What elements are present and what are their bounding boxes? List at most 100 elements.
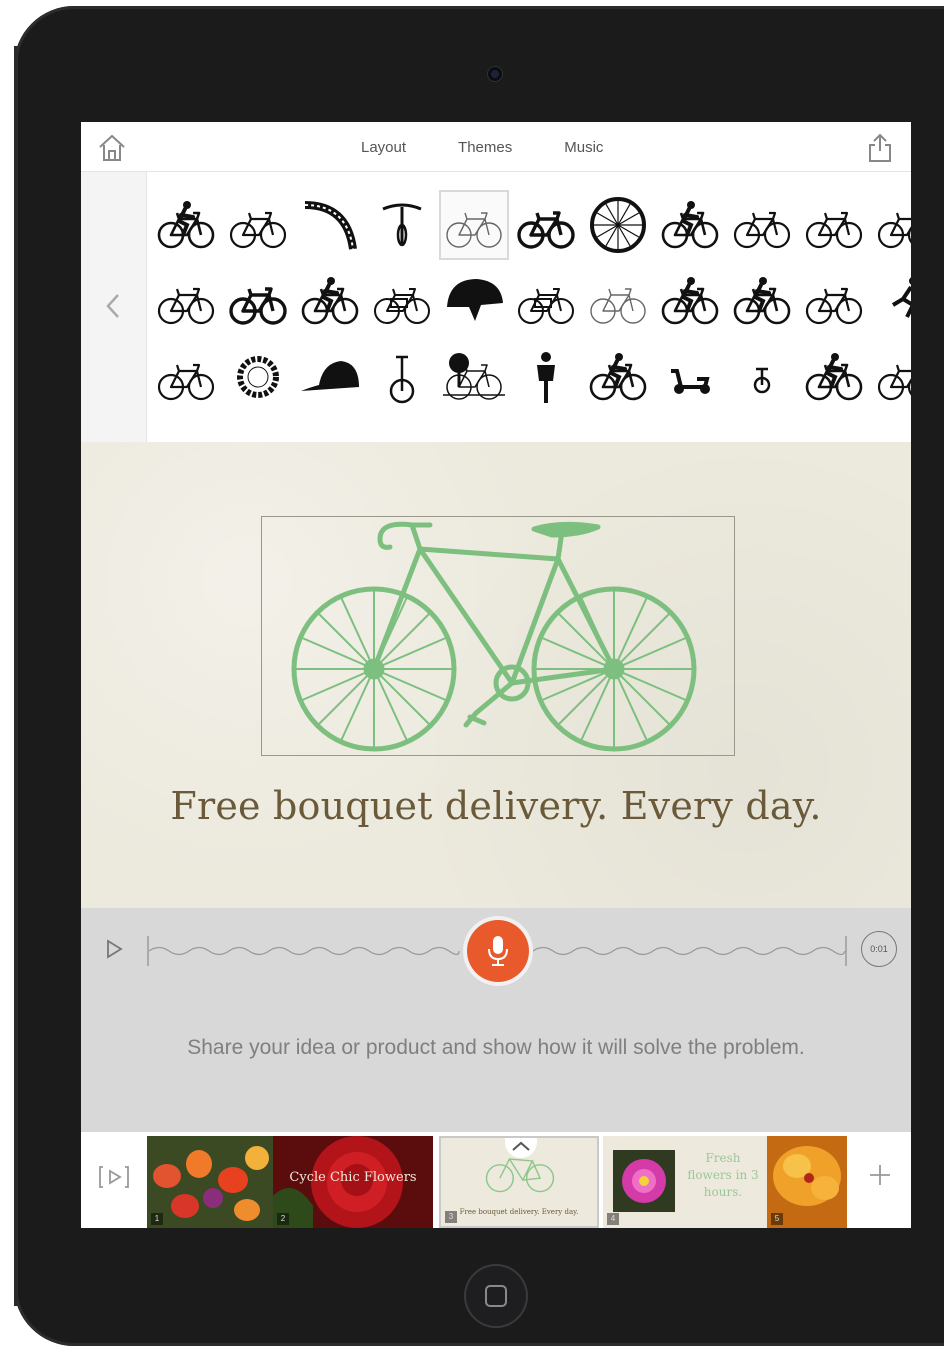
icon-option[interactable] (799, 342, 869, 412)
add-slide-button[interactable] (865, 1160, 895, 1190)
unicycle-small-icon (753, 367, 771, 394)
icon-option[interactable] (439, 266, 509, 336)
bicycle-outline-icon (446, 212, 502, 248)
play-icon (107, 939, 123, 959)
thumbnail-number: 4 (607, 1213, 619, 1225)
icon-option[interactable] (223, 266, 293, 336)
bicycle-light-icon (590, 288, 646, 324)
icon-option[interactable] (799, 266, 869, 336)
chevron-left-icon (106, 294, 119, 318)
bicycle-icon (805, 287, 863, 325)
share-button[interactable] (863, 132, 897, 164)
home-button[interactable] (95, 132, 129, 164)
icon-option[interactable] (367, 342, 437, 412)
thumbnail-number: 2 (277, 1213, 289, 1225)
icon-option[interactable] (583, 342, 653, 412)
app-screen: Layout Themes Music Free bouquet deliver… (81, 122, 911, 1228)
icon-option[interactable] (511, 190, 581, 260)
icon-option[interactable] (295, 266, 365, 336)
icon-option[interactable] (223, 342, 293, 412)
slide-canvas: Free bouquet delivery. Every day. (81, 442, 911, 908)
spoked-wheel-icon (590, 197, 646, 253)
cyclist-icon (301, 277, 359, 325)
voice-recorder: 0:01 Share your idea or product and show… (81, 908, 911, 1132)
tab-bar: Layout Themes Music (361, 122, 603, 172)
icon-row (151, 342, 911, 412)
icon-option[interactable] (727, 190, 797, 260)
rider-front-icon (537, 352, 555, 403)
device-home-button[interactable] (464, 1264, 528, 1328)
scooter-icon (671, 369, 710, 394)
icon-option[interactable] (511, 266, 581, 336)
icon-option[interactable] (727, 342, 797, 412)
slide-filmstrip: 1 Cycle Chic Flowers 2 Free bouquet deli… (81, 1132, 911, 1228)
cargo-bike-icon (518, 288, 574, 324)
icon-option[interactable] (151, 342, 221, 412)
icon-option[interactable] (439, 190, 509, 260)
bmx-rider-icon (589, 353, 647, 401)
icon-option[interactable] (871, 190, 911, 260)
icon-option[interactable] (871, 266, 911, 336)
icon-option[interactable] (367, 190, 437, 260)
icon-option[interactable] (583, 190, 653, 260)
icon-row (151, 266, 911, 336)
tandem-child-bike-icon (157, 201, 215, 249)
bicycle-illustration (291, 521, 697, 752)
thumbnail-caption: Free bouquet delivery. Every day. (459, 1208, 579, 1216)
bicycle-icon (157, 363, 215, 401)
icon-option[interactable] (655, 266, 725, 336)
slide-thumbnail[interactable]: 1 (147, 1136, 273, 1228)
tab-music[interactable]: Music (564, 139, 603, 156)
icon-option[interactable] (151, 266, 221, 336)
icon-option[interactable] (655, 190, 725, 260)
ipad-device-frame: Layout Themes Music Free bouquet deliver… (14, 6, 944, 1346)
icon-option[interactable] (799, 190, 869, 260)
icon-option[interactable] (439, 342, 509, 412)
bicycle-thin-icon (805, 211, 863, 249)
preview-button[interactable] (97, 1162, 131, 1192)
share-icon (869, 133, 891, 162)
preview-play-icon (99, 1166, 129, 1188)
tab-themes[interactable]: Themes (458, 139, 512, 156)
icon-option[interactable] (511, 342, 581, 412)
icon-option[interactable] (871, 342, 911, 412)
slide-headline[interactable]: Free bouquet delivery. Every day. (81, 784, 911, 828)
icon-option[interactable] (583, 266, 653, 336)
tulips-photo (147, 1136, 273, 1228)
home-icon (99, 134, 125, 161)
icon-option[interactable] (223, 190, 293, 260)
play-button[interactable] (103, 938, 125, 960)
top-bar: Layout Themes Music (81, 122, 911, 172)
slide-image-frame[interactable] (261, 516, 735, 756)
tab-layout[interactable]: Layout (361, 139, 406, 156)
slide-thumbnail[interactable]: Fresh flowers in 3 hours. 4 (603, 1136, 767, 1228)
plus-icon (870, 1165, 890, 1185)
icon-row (151, 190, 911, 260)
picker-back-button[interactable] (103, 292, 125, 320)
recording-timer: 0:01 (861, 931, 897, 967)
slide-thumbnail[interactable]: 5 (767, 1136, 847, 1228)
slide-thumbnail-current[interactable]: Free bouquet delivery. Every day. 3 (439, 1136, 599, 1228)
bicycle-icon (733, 211, 791, 249)
microphone-icon (488, 936, 508, 966)
front-camera (488, 67, 502, 81)
slide-thumbnail[interactable]: Cycle Chic Flowers 2 (273, 1136, 433, 1228)
icon-option[interactable] (727, 266, 797, 336)
record-button[interactable] (467, 920, 529, 982)
icon-option[interactable] (655, 342, 725, 412)
icon-option[interactable] (295, 190, 365, 260)
bicycle-icon (229, 211, 287, 249)
cruiser-bike-icon (374, 288, 430, 324)
helmet-icon (447, 279, 503, 321)
icon-option[interactable] (151, 190, 221, 260)
tree-cyclist-icon (443, 353, 505, 400)
thumbnail-title: Fresh flowers in 3 hours. (687, 1151, 759, 1199)
home-button-glyph (485, 1285, 507, 1307)
bicycle-icon (157, 287, 215, 325)
icon-option[interactable] (367, 266, 437, 336)
thumbnail-number: 3 (445, 1211, 457, 1223)
icon-option[interactable] (295, 342, 365, 412)
bicycle-partial-icon (877, 212, 911, 249)
recording-prompt: Share your idea or product and show how … (187, 1036, 805, 1059)
picker-back-panel (81, 172, 147, 442)
